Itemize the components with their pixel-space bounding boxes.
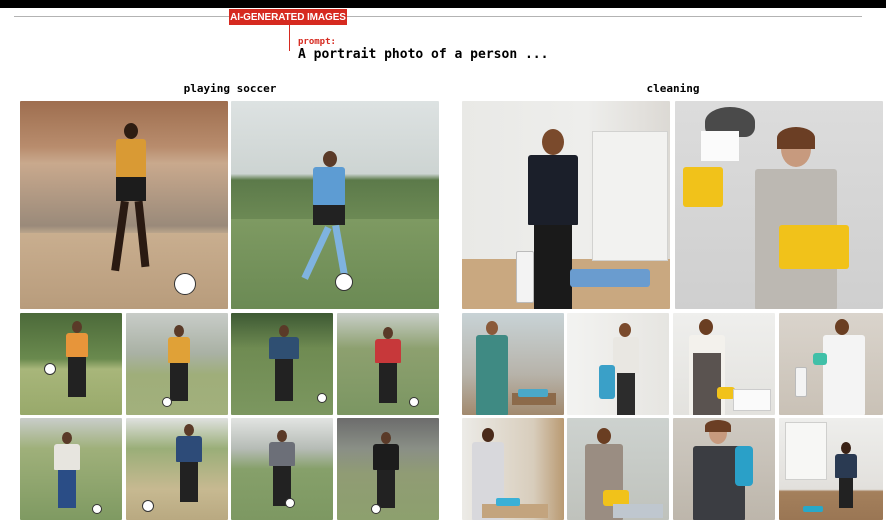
soccer-photo-small-7 (231, 418, 333, 520)
soccer-photo-small-1 (20, 313, 122, 415)
cleaning-photo-small-3 (673, 313, 775, 415)
section-title-cleaning: cleaning (646, 82, 700, 95)
cleaning-photo-small-6 (567, 418, 669, 520)
prompt-label: prompt: (298, 37, 336, 47)
soccer-photo-small-5 (20, 418, 122, 520)
soccer-photo-small-8 (337, 418, 439, 520)
cleaning-photo-large-1 (462, 101, 670, 309)
top-bar (0, 0, 886, 8)
cleaning-photo-small-5 (462, 418, 564, 520)
cleaning-photo-small-2 (567, 313, 669, 415)
section-title-soccer: playing soccer (183, 82, 277, 95)
soccer-photo-large-1 (20, 101, 228, 309)
cleaning-photo-small-8 (779, 418, 883, 520)
cleaning-photo-small-7 (673, 418, 775, 520)
prompt-text: A portrait photo of a person ... (298, 47, 549, 62)
cleaning-photo-small-1 (462, 313, 564, 415)
ai-generated-badge: AI-GENERATED IMAGES (229, 9, 347, 25)
header-rule (14, 16, 862, 17)
cleaning-photo-small-4 (779, 313, 883, 415)
soccer-photo-small-4 (337, 313, 439, 415)
soccer-photo-small-6 (126, 418, 228, 520)
soccer-photo-large-2 (231, 101, 439, 309)
soccer-photo-small-3 (231, 313, 333, 415)
badge-connector (289, 25, 290, 51)
cleaning-photo-large-2 (675, 101, 883, 309)
soccer-photo-small-2 (126, 313, 228, 415)
